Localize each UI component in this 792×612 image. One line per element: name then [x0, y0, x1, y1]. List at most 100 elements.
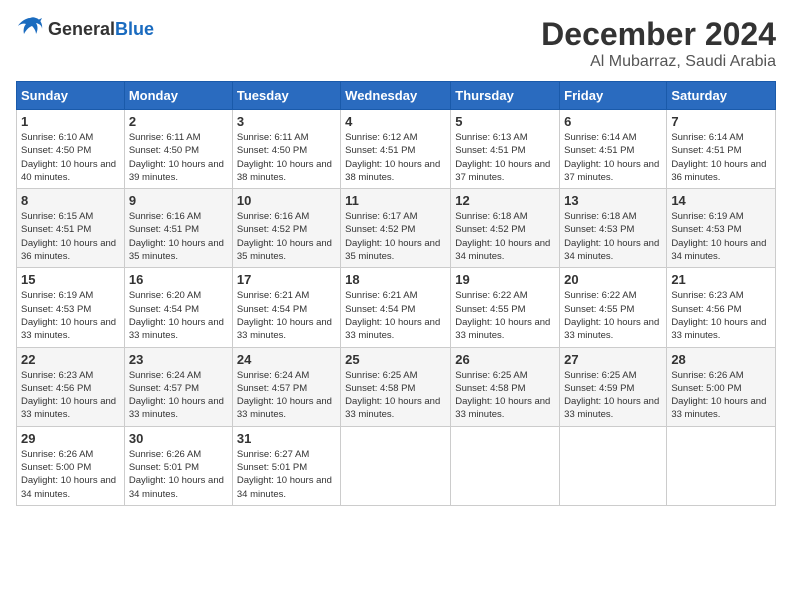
day-detail: Sunrise: 6:23 AMSunset: 4:56 PMDaylight:… — [671, 289, 771, 342]
calendar-cell: 26 Sunrise: 6:25 AMSunset: 4:58 PMDayligh… — [451, 347, 560, 426]
calendar-cell: 24Sunrise: 6:24 AMSunset: 4:57 PMDayligh… — [232, 347, 340, 426]
day-detail: Sunrise: 6:21 AMSunset: 4:54 PMDaylight:… — [237, 289, 336, 342]
calendar-cell: 19 Sunrise: 6:22 AMSunset: 4:55 PMDayligh… — [451, 268, 560, 347]
day-number: 25 — [345, 352, 446, 367]
calendar-cell: 23Sunrise: 6:24 AMSunset: 4:57 PMDayligh… — [124, 347, 232, 426]
day-detail: Sunrise: 6:22 AMSunset: 4:55 PMDaylight:… — [455, 289, 555, 342]
day-number: 16 — [129, 272, 228, 287]
weekday-header-thursday: Thursday — [451, 82, 560, 110]
weekday-header-wednesday: Wednesday — [341, 82, 451, 110]
calendar-cell: 1Sunrise: 6:10 AMSunset: 4:50 PMDaylight… — [17, 110, 125, 189]
day-number: 19 — [455, 272, 555, 287]
calendar-cell: 17 Sunrise: 6:21 AMSunset: 4:54 PMDayligh… — [232, 268, 340, 347]
calendar-cell: 11 Sunrise: 6:17 AMSunset: 4:52 PMDayligh… — [341, 189, 451, 268]
weekday-header-saturday: Saturday — [667, 82, 776, 110]
day-number: 27 — [564, 352, 662, 367]
day-detail: Sunrise: 6:25 AMSunset: 4:58 PMDaylight:… — [455, 369, 555, 422]
calendar-cell: 14 Sunrise: 6:19 AMSunset: 4:53 PMDayligh… — [667, 189, 776, 268]
month-title: December 2024 — [541, 16, 776, 53]
day-detail: Sunrise: 6:14 AMSunset: 4:51 PMDaylight:… — [564, 131, 662, 184]
day-number: 31 — [237, 431, 336, 446]
day-detail: Sunrise: 6:26 AMSunset: 5:00 PMDaylight:… — [671, 369, 771, 422]
day-detail: Sunrise: 6:24 AMSunset: 4:57 PMDaylight:… — [129, 369, 228, 422]
day-number: 4 — [345, 114, 446, 129]
day-detail: Sunrise: 6:26 AMSunset: 5:00 PMDaylight:… — [21, 448, 120, 501]
calendar-cell: 18 Sunrise: 6:21 AMSunset: 4:54 PMDayligh… — [341, 268, 451, 347]
day-detail: Sunrise: 6:19 AMSunset: 4:53 PMDaylight:… — [671, 210, 771, 263]
day-detail: Sunrise: 6:19 AMSunset: 4:53 PMDaylight:… — [21, 289, 120, 342]
calendar-cell: 30 Sunrise: 6:26 AMSunset: 5:01 PMDayligh… — [124, 426, 232, 505]
day-number: 6 — [564, 114, 662, 129]
calendar-cell: 5 Sunrise: 6:13 AMSunset: 4:51 PMDaylight… — [451, 110, 560, 189]
day-detail: Sunrise: 6:21 AMSunset: 4:54 PMDaylight:… — [345, 289, 446, 342]
logo-icon — [16, 16, 44, 43]
day-number: 11 — [345, 193, 446, 208]
day-number: 3 — [237, 114, 336, 129]
title-area: December 2024 Al Mubarraz, Saudi Arabia — [541, 16, 776, 71]
day-detail: Sunrise: 6:11 AMSunset: 4:50 PMDaylight:… — [129, 131, 228, 184]
day-detail: Sunrise: 6:16 AMSunset: 4:51 PMDaylight:… — [129, 210, 228, 263]
calendar-cell: 16 Sunrise: 6:20 AMSunset: 4:54 PMDayligh… — [124, 268, 232, 347]
calendar-cell: 12Sunrise: 6:18 AMSunset: 4:52 PMDayligh… — [451, 189, 560, 268]
header: GeneralBlue December 2024 Al Mubarraz, S… — [16, 16, 776, 71]
calendar-week-5: 29Sunrise: 6:26 AMSunset: 5:00 PMDayligh… — [17, 426, 776, 505]
calendar-cell: 7 Sunrise: 6:14 AMSunset: 4:51 PMDaylight… — [667, 110, 776, 189]
day-detail: Sunrise: 6:25 AMSunset: 4:59 PMDaylight:… — [564, 369, 662, 422]
calendar-cell: 27 Sunrise: 6:25 AMSunset: 4:59 PMDayligh… — [560, 347, 667, 426]
day-detail: Sunrise: 6:16 AMSunset: 4:52 PMDaylight:… — [237, 210, 336, 263]
calendar-header: SundayMondayTuesdayWednesdayThursdayFrid… — [17, 82, 776, 110]
calendar-cell: 2 Sunrise: 6:11 AMSunset: 4:50 PMDaylight… — [124, 110, 232, 189]
calendar-cell: 3 Sunrise: 6:11 AMSunset: 4:50 PMDaylight… — [232, 110, 340, 189]
day-detail: Sunrise: 6:17 AMSunset: 4:52 PMDaylight:… — [345, 210, 446, 263]
calendar-cell: 9 Sunrise: 6:16 AMSunset: 4:51 PMDaylight… — [124, 189, 232, 268]
day-detail: Sunrise: 6:24 AMSunset: 4:57 PMDaylight:… — [237, 369, 336, 422]
day-detail: Sunrise: 6:20 AMSunset: 4:54 PMDaylight:… — [129, 289, 228, 342]
day-number: 14 — [671, 193, 771, 208]
calendar-cell — [560, 426, 667, 505]
calendar-cell: 31Sunrise: 6:27 AMSunset: 5:01 PMDayligh… — [232, 426, 340, 505]
day-number: 26 — [455, 352, 555, 367]
calendar-cell: 28Sunrise: 6:26 AMSunset: 5:00 PMDayligh… — [667, 347, 776, 426]
calendar-week-3: 15 Sunrise: 6:19 AMSunset: 4:53 PMDayligh… — [17, 268, 776, 347]
day-number: 8 — [21, 193, 120, 208]
day-number: 12 — [455, 193, 555, 208]
calendar-week-1: 1Sunrise: 6:10 AMSunset: 4:50 PMDaylight… — [17, 110, 776, 189]
calendar-cell — [451, 426, 560, 505]
logo-text: GeneralBlue — [48, 19, 154, 40]
day-number: 9 — [129, 193, 228, 208]
day-number: 2 — [129, 114, 228, 129]
day-number: 17 — [237, 272, 336, 287]
calendar-cell: 13 Sunrise: 6:18 AMSunset: 4:53 PMDayligh… — [560, 189, 667, 268]
day-detail: Sunrise: 6:15 AMSunset: 4:51 PMDaylight:… — [21, 210, 120, 263]
day-detail: Sunrise: 6:13 AMSunset: 4:51 PMDaylight:… — [455, 131, 555, 184]
day-number: 7 — [671, 114, 771, 129]
day-detail: Sunrise: 6:18 AMSunset: 4:53 PMDaylight:… — [564, 210, 662, 263]
day-number: 5 — [455, 114, 555, 129]
day-detail: Sunrise: 6:22 AMSunset: 4:55 PMDaylight:… — [564, 289, 662, 342]
calendar-cell: 25Sunrise: 6:25 AMSunset: 4:58 PMDayligh… — [341, 347, 451, 426]
calendar-table: SundayMondayTuesdayWednesdayThursdayFrid… — [16, 81, 776, 506]
day-detail: Sunrise: 6:14 AMSunset: 4:51 PMDaylight:… — [671, 131, 771, 184]
day-number: 21 — [671, 272, 771, 287]
day-number: 20 — [564, 272, 662, 287]
logo: GeneralBlue — [16, 16, 154, 43]
calendar-cell: 22 Sunrise: 6:23 AMSunset: 4:56 PMDayligh… — [17, 347, 125, 426]
day-number: 22 — [21, 352, 120, 367]
weekday-header-row: SundayMondayTuesdayWednesdayThursdayFrid… — [17, 82, 776, 110]
calendar-cell: 20 Sunrise: 6:22 AMSunset: 4:55 PMDayligh… — [560, 268, 667, 347]
day-detail: Sunrise: 6:23 AMSunset: 4:56 PMDaylight:… — [21, 369, 120, 422]
day-detail: Sunrise: 6:11 AMSunset: 4:50 PMDaylight:… — [237, 131, 336, 184]
day-detail: Sunrise: 6:12 AMSunset: 4:51 PMDaylight:… — [345, 131, 446, 184]
calendar-week-2: 8 Sunrise: 6:15 AMSunset: 4:51 PMDaylight… — [17, 189, 776, 268]
location-title: Al Mubarraz, Saudi Arabia — [541, 53, 776, 71]
calendar-cell: 6 Sunrise: 6:14 AMSunset: 4:51 PMDaylight… — [560, 110, 667, 189]
weekday-header-sunday: Sunday — [17, 82, 125, 110]
day-detail: Sunrise: 6:26 AMSunset: 5:01 PMDaylight:… — [129, 448, 228, 501]
weekday-header-tuesday: Tuesday — [232, 82, 340, 110]
calendar-cell — [667, 426, 776, 505]
day-number: 30 — [129, 431, 228, 446]
day-number: 13 — [564, 193, 662, 208]
day-detail: Sunrise: 6:10 AMSunset: 4:50 PMDaylight:… — [21, 131, 120, 184]
day-number: 18 — [345, 272, 446, 287]
day-number: 15 — [21, 272, 120, 287]
